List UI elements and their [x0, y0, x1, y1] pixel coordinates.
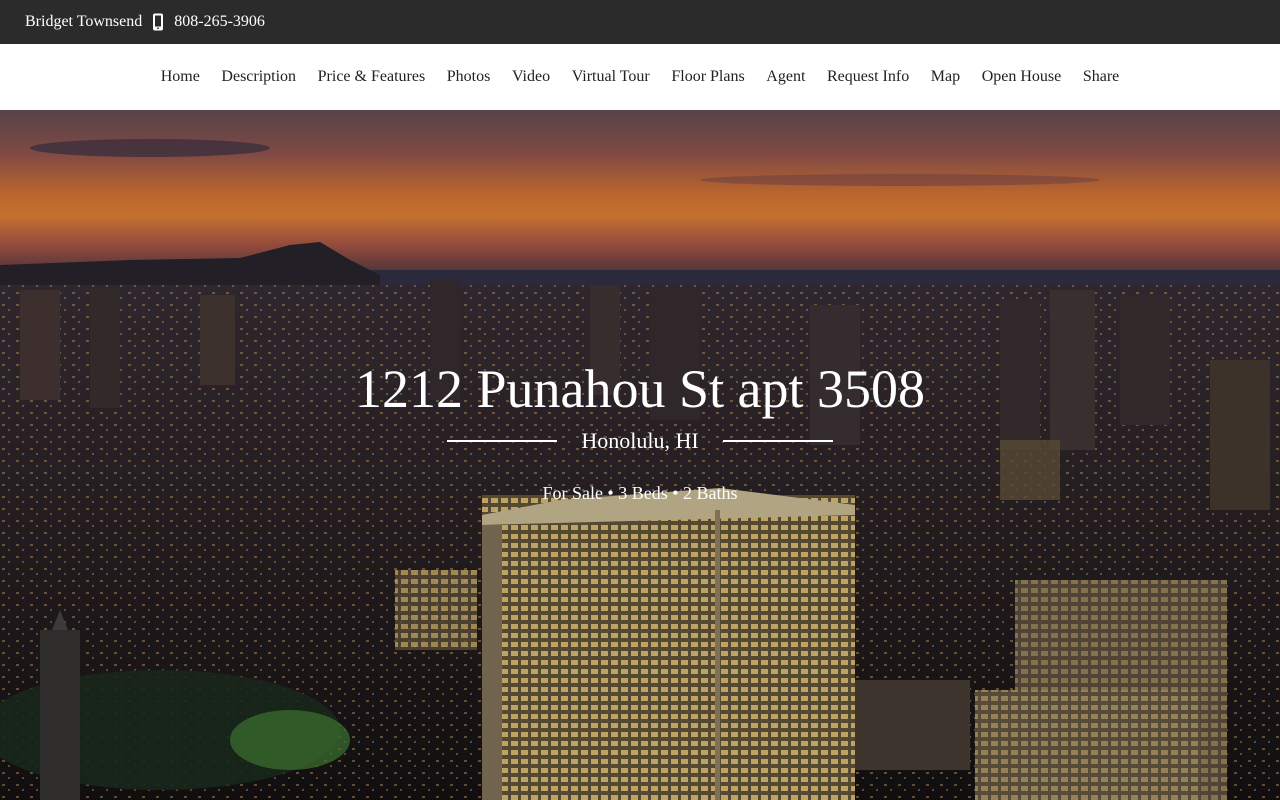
divider-right [722, 440, 833, 442]
hero-section: 1212 Punahou St apt 3508 Honolulu, HI Fo… [0, 110, 1280, 800]
agent-name: Bridget Townsend [25, 13, 143, 30]
mobile-phone-icon [152, 13, 164, 31]
listing-city: Honolulu, HI [581, 428, 699, 453]
nav-request-info[interactable]: Request Info [827, 68, 909, 86]
nav-virtual-tour[interactable]: Virtual Tour [572, 68, 650, 86]
nav-description[interactable]: Description [221, 68, 296, 86]
main-navigation: Home Description Price & Features Photos… [0, 44, 1280, 110]
listing-summary: For Sale • 3 Beds • 2 Baths [542, 483, 738, 503]
hero-overlay [0, 110, 1280, 800]
nav-open-house[interactable]: Open House [982, 68, 1062, 86]
agent-phone-link[interactable]: 808-265-3906 [174, 13, 265, 31]
listing-address: 1212 Punahou St apt 3508 [354, 359, 925, 419]
nav-photos[interactable]: Photos [447, 68, 491, 86]
nav-price-features[interactable]: Price & Features [318, 68, 426, 86]
nav-floor-plans[interactable]: Floor Plans [671, 68, 744, 86]
divider-left [447, 440, 558, 442]
nav-video[interactable]: Video [512, 68, 550, 86]
top-bar: Bridget Townsend 808-265-3906 [0, 0, 1280, 44]
nav-home[interactable]: Home [161, 68, 200, 86]
listing-city-row: Honolulu, HI [0, 428, 1280, 454]
nav-share[interactable]: Share [1083, 68, 1119, 86]
nav-map[interactable]: Map [931, 68, 960, 86]
nav-agent[interactable]: Agent [766, 68, 805, 86]
